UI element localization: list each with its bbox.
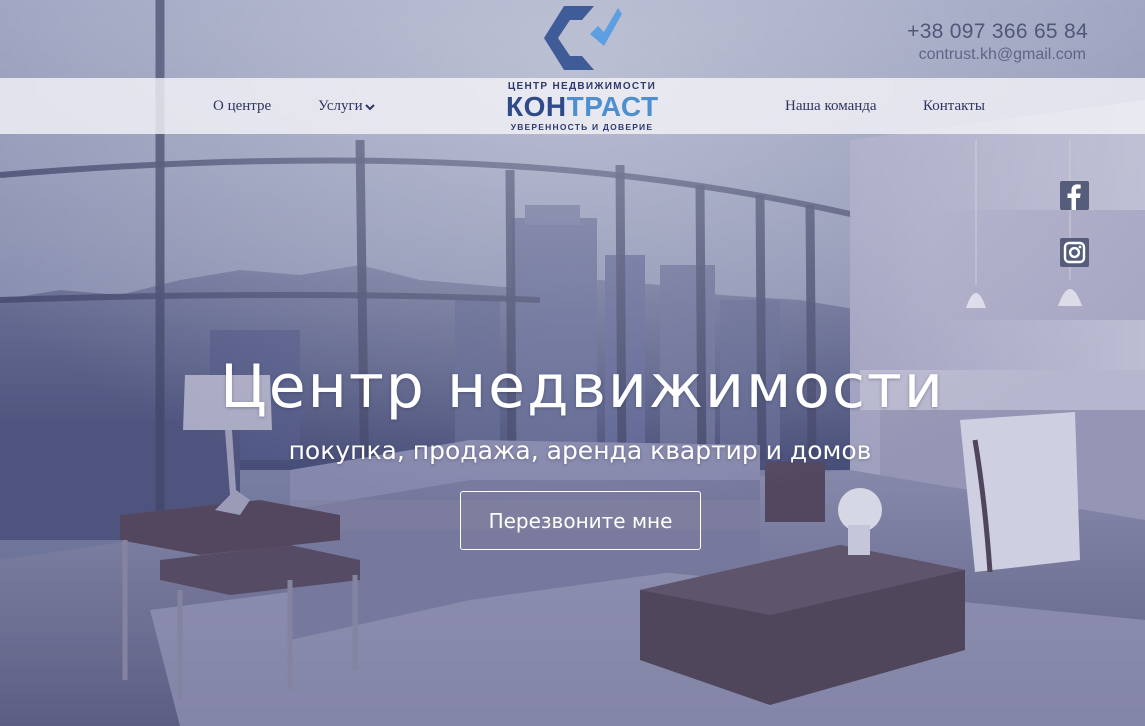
nav-team-link[interactable]: Наша команда	[785, 98, 877, 115]
nav-contacts-link[interactable]: Контакты	[923, 98, 985, 115]
logo-tagline: УВЕРЕННОСТЬ И ДОВЕРИЕ	[510, 122, 654, 132]
header-phone[interactable]: +38 097 366 65 84	[907, 20, 1088, 44]
instagram-icon	[1063, 241, 1086, 264]
logo-name-part1: КОН	[506, 91, 567, 122]
logo-name: КОНТРАСТ	[506, 92, 658, 122]
chevron-down-icon	[364, 103, 375, 110]
hero-title: Центр недвижимости	[220, 352, 945, 422]
facebook-button[interactable]	[1060, 181, 1089, 210]
nav-about-link[interactable]: О центре	[213, 98, 271, 115]
header-email[interactable]: contrust.kh@gmail.com	[919, 46, 1086, 64]
logo-mark[interactable]	[542, 4, 622, 74]
contrast-logo-icon	[544, 6, 622, 70]
logo-name-part2: ТРАСТ	[566, 91, 659, 122]
nav-services-dropdown[interactable]: Услуги	[318, 98, 375, 115]
facebook-icon	[1067, 184, 1081, 210]
hero-subtitle: покупка, продажа, аренда квартир и домов	[288, 436, 872, 465]
logo-wordmark[interactable]: ЦЕНТР НЕДВИЖИМОСТИ КОНТРАСТ УВЕРЕННОСТЬ …	[506, 81, 658, 132]
instagram-button[interactable]	[1060, 238, 1089, 267]
callback-button[interactable]: Перезвоните мне	[460, 491, 701, 550]
nav-services-label: Услуги	[318, 98, 363, 114]
